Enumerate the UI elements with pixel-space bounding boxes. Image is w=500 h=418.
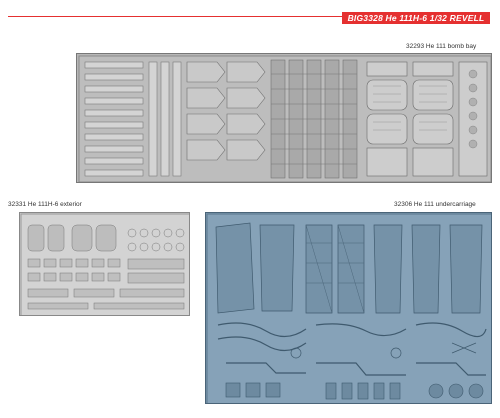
- banner-title: BIG3328 He 111H-6 1/32 REVELL: [342, 12, 490, 24]
- exterior-parts-drawing: [20, 213, 189, 315]
- bomb-bay-parts-drawing: [78, 55, 491, 182]
- exterior-fret-image: [19, 212, 190, 316]
- bomb-bay-set-label: 32293 He 111 bomb bay: [406, 43, 477, 50]
- undercarriage-parts-drawing: [206, 213, 491, 403]
- undercarriage-fret-image: [205, 212, 492, 404]
- bomb-bay-fret-image: [76, 53, 492, 183]
- undercarriage-set-label: 32306 He 111 undercarriage: [394, 201, 476, 208]
- exterior-set-label: 32331 He 111H-6 exterior: [8, 201, 82, 208]
- banner-rule: [8, 16, 342, 17]
